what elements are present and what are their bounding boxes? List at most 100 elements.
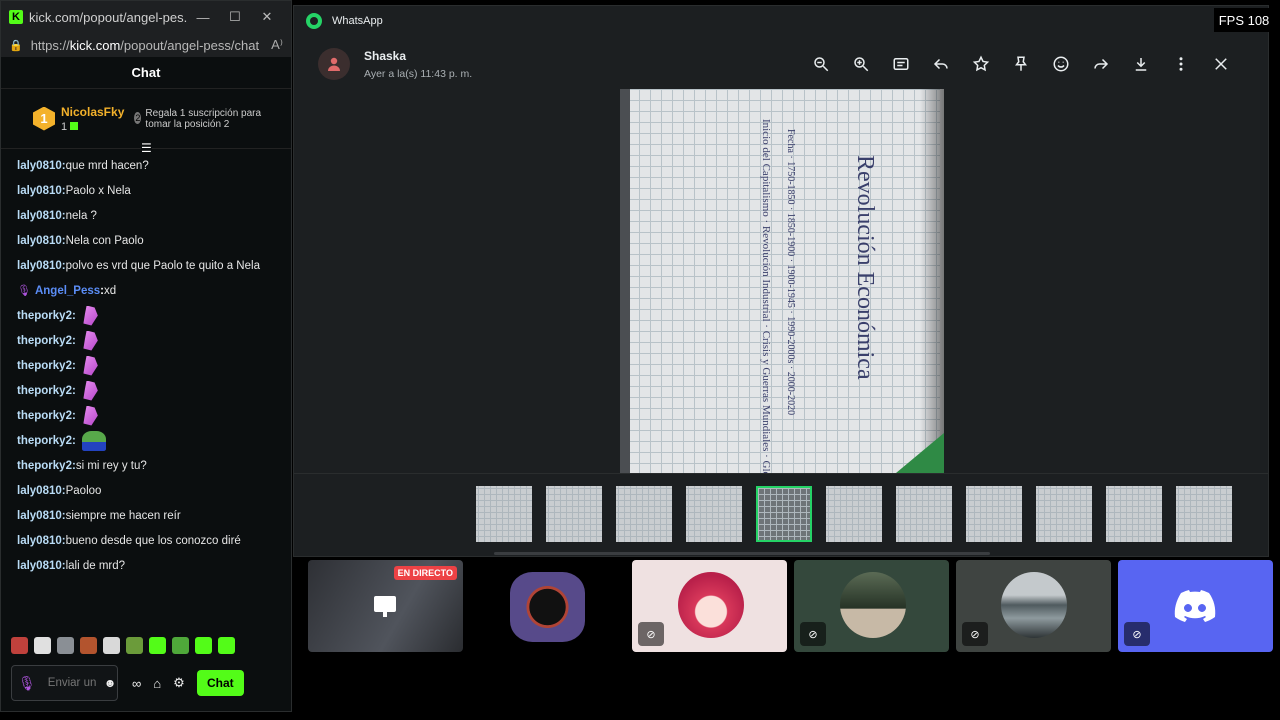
media-thumbnail[interactable] xyxy=(896,486,952,542)
chat-username[interactable]: Angel_Pess xyxy=(35,285,100,297)
minimize-icon[interactable]: — xyxy=(187,10,219,25)
media-thumbnail[interactable] xyxy=(966,486,1022,542)
mic-muted-icon: ⊘ xyxy=(1124,622,1150,646)
maximize-icon[interactable]: ☐ xyxy=(219,9,251,25)
download-icon[interactable] xyxy=(1130,53,1152,75)
chat-username[interactable]: laly0810 xyxy=(17,535,62,547)
quick-emote[interactable] xyxy=(11,637,28,654)
media-thumbnail[interactable] xyxy=(1106,486,1162,542)
reply-icon[interactable] xyxy=(930,53,952,75)
kick-chat-window: K kick.com/popout/angel-pes... — ☐ ✕ 🔒 h… xyxy=(0,0,292,712)
mic-muted-icon: ⊘ xyxy=(962,622,988,646)
chat-header-title: Chat xyxy=(1,57,291,89)
collapse-pinned-icon[interactable]: ☰ xyxy=(141,141,152,155)
zoom-out-icon[interactable] xyxy=(810,53,832,75)
quick-emote[interactable] xyxy=(172,637,189,654)
photo-dates-text: Fecha · 1750-1850 · 1850-1900 · 1900-194… xyxy=(785,129,796,416)
quick-emote[interactable] xyxy=(195,637,212,654)
chat-username[interactable]: laly0810 xyxy=(17,235,62,247)
grid-paper xyxy=(628,89,940,473)
chat-username[interactable]: laly0810 xyxy=(17,510,62,522)
media-thumbnail[interactable] xyxy=(1036,486,1092,542)
url-text[interactable]: https://kick.com/popout/angel-pess/chat xyxy=(31,38,271,53)
chat-username[interactable]: theporky2 xyxy=(17,360,72,372)
top-gifter-username[interactable]: NicolasFky xyxy=(61,105,124,119)
emoji-picker-icon[interactable]: ☻ xyxy=(104,676,117,690)
media-thumbnail[interactable] xyxy=(476,486,532,542)
chat-message-input[interactable] xyxy=(47,676,100,690)
chat-input-row: 🎙 ☻ ∞ ⌂ ⚙ Chat xyxy=(11,665,283,701)
contact-avatar[interactable] xyxy=(318,48,350,80)
zoom-in-icon[interactable] xyxy=(850,53,872,75)
gift-sub-text: Regala 1 suscripción para tomar la posic… xyxy=(145,107,262,130)
quick-emote[interactable] xyxy=(103,637,120,654)
quick-emote[interactable] xyxy=(218,637,235,654)
chat-username[interactable]: laly0810 xyxy=(17,185,62,197)
reader-mode-icon[interactable]: A⁾ xyxy=(271,37,283,53)
chat-username[interactable]: laly0810 xyxy=(17,160,62,172)
chat-username[interactable]: theporky2 xyxy=(17,335,72,347)
participant-tile-avatar-frame[interactable] xyxy=(470,560,625,652)
contact-name: Shaska xyxy=(364,48,407,63)
chat-username[interactable]: laly0810 xyxy=(17,485,62,497)
star-icon[interactable] xyxy=(970,53,992,75)
chat-emote[interactable] xyxy=(83,405,98,426)
store-icon[interactable]: ⌂ xyxy=(153,676,161,691)
live-badge: EN DIRECTO xyxy=(393,566,457,580)
chat-emote[interactable] xyxy=(83,380,98,401)
chat-username[interactable]: theporky2 xyxy=(17,310,72,322)
chat-emote[interactable] xyxy=(83,330,98,351)
media-thumbnail[interactable] xyxy=(756,486,812,542)
media-viewer-header: Shaska Ayer a la(s) 11:43 p. m. xyxy=(294,36,1268,92)
participant-tile-discord[interactable]: ⊘ xyxy=(1118,560,1273,652)
quick-emote[interactable] xyxy=(80,637,97,654)
chat-username[interactable]: laly0810 xyxy=(17,560,62,572)
chat-message: theporky2: si mi rey y tu? xyxy=(17,459,147,472)
react-emoji-icon[interactable] xyxy=(1050,53,1072,75)
quick-emote[interactable] xyxy=(57,637,74,654)
participant-tile-anime[interactable]: ⊘ xyxy=(632,560,787,652)
participant-tile-photo[interactable]: ⊘ xyxy=(794,560,949,652)
chat-username[interactable]: theporky2 xyxy=(17,410,72,422)
broadcaster-mic-icon: 🎙 xyxy=(17,285,31,297)
infinity-points-icon[interactable]: ∞ xyxy=(132,676,141,691)
media-thumbnail[interactable] xyxy=(616,486,672,542)
chat-username[interactable]: laly0810 xyxy=(17,260,62,272)
media-thumbnail[interactable] xyxy=(686,486,742,542)
chat-emote[interactable] xyxy=(83,355,98,376)
settings-gear-icon[interactable]: ⚙ xyxy=(173,675,185,691)
media-thumbnail[interactable] xyxy=(1176,486,1232,542)
quick-emote[interactable] xyxy=(149,637,166,654)
chat-username[interactable]: laly0810 xyxy=(17,210,62,222)
message-timestamp: Ayer a la(s) 11:43 p. m. xyxy=(364,67,473,80)
whatsapp-app-title: WhatsApp xyxy=(332,15,383,27)
send-chat-button[interactable]: Chat xyxy=(196,670,244,696)
more-options-icon[interactable] xyxy=(1170,53,1192,75)
avatar xyxy=(840,572,906,638)
go-to-message-icon[interactable] xyxy=(890,53,912,75)
forward-icon[interactable] xyxy=(1090,53,1112,75)
quick-emote[interactable] xyxy=(126,637,143,654)
pin-icon[interactable] xyxy=(1010,53,1032,75)
chat-username[interactable]: theporky2 xyxy=(17,435,72,447)
chat-username[interactable]: theporky2 xyxy=(17,460,72,472)
screen-share-icon xyxy=(374,596,396,617)
address-bar[interactable]: 🔒 https://kick.com/popout/angel-pess/cha… xyxy=(1,33,291,57)
thumbnail-scrollbar[interactable] xyxy=(494,552,990,555)
participant-tile-landscape[interactable]: ⊘ xyxy=(956,560,1111,652)
close-icon[interactable]: ✕ xyxy=(251,9,283,25)
lock-icon[interactable]: 🔒 xyxy=(9,39,23,52)
chat-username[interactable]: theporky2 xyxy=(17,385,72,397)
stream-tile[interactable]: EN DIRECTO xyxy=(308,560,463,652)
chat-input-box[interactable]: 🎙 ☻ xyxy=(11,665,118,701)
close-viewer-icon[interactable] xyxy=(1210,53,1232,75)
chat-emote[interactable] xyxy=(83,305,98,326)
chat-message: laly0810: siempre me hacen reír xyxy=(17,509,181,522)
media-thumbnail[interactable] xyxy=(826,486,882,542)
top-gifter-banner: 1 NicolasFky 1 2 Regala 1 suscripción pa… xyxy=(1,89,291,155)
gift-sub-prompt[interactable]: 2 Regala 1 suscripción para tomar la pos… xyxy=(134,108,264,130)
quick-emote[interactable] xyxy=(34,637,51,654)
chat-emote[interactable] xyxy=(81,430,106,451)
avatar-frame xyxy=(510,572,585,642)
media-thumbnail[interactable] xyxy=(546,486,602,542)
